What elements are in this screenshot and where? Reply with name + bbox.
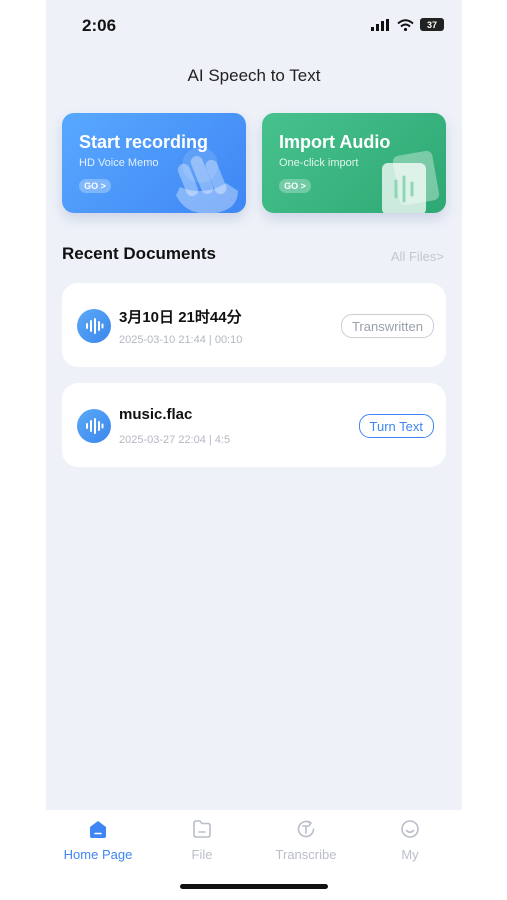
status-time: 2:06 [82,16,117,35]
import-audio-subtitle: One-click import [279,157,359,169]
tab-home-page[interactable]: Home Page [46,818,150,862]
tab-label: Transcribe [275,847,337,862]
wifi-icon [397,18,414,31]
battery-icon: 37 [420,18,444,31]
tab-transcribe[interactable]: Transcribe [254,818,358,862]
document-name: 3月10日 21时44分 [119,309,242,326]
document-item[interactable]: music.flac 2025-03-27 22:04 | 4:5 Turn T… [62,383,446,467]
start-recording-card[interactable]: Start recording HD Voice Memo GO > [62,113,246,213]
page-title: AI Speech to Text [187,66,321,85]
start-recording-subtitle: HD Voice Memo [79,157,159,169]
home-indicator [180,884,328,889]
cellular-signal-icon [371,18,389,31]
import-audio-title: Import Audio [279,132,391,152]
tab-bar: Home Page File Transcribe My [46,810,462,900]
folder-icon [193,820,211,838]
all-files-link[interactable]: All Files> [391,249,444,264]
phone-screen: 2:06 37 AI Speech to Text Start recordin… [46,0,462,900]
status-icons: 37 [371,18,444,31]
profile-icon [401,820,419,838]
document-meta: 2025-03-10 21:44 | 00:10 [119,334,243,346]
tab-my[interactable]: My [358,818,462,862]
document-stack-icon [382,150,440,213]
status-bar: 2:06 37 [46,0,462,52]
start-recording-go-button[interactable]: GO > [79,179,111,193]
tab-label: File [191,847,213,862]
home-icon [90,821,106,838]
tab-label: My [401,847,419,862]
audio-wave-icon [77,309,111,343]
tab-file[interactable]: File [150,818,254,862]
document-meta: 2025-03-27 22:04 | 4:5 [119,434,231,446]
recent-documents-title: Recent Documents [62,244,216,263]
document-name: music.flac [119,406,193,423]
transwritten-button[interactable]: Transwritten [340,314,434,338]
document-item[interactable]: 3月10日 21时44分 2025-03-10 21:44 | 00:10 Tr… [62,283,446,367]
tab-label: Home Page [63,847,133,862]
import-audio-go-button[interactable]: GO > [279,179,311,193]
transcribe-icon [297,820,315,838]
import-audio-card[interactable]: Import Audio One-click import GO > [262,113,446,213]
start-recording-title: Start recording [79,132,209,152]
turn-text-button[interactable]: Turn Text [358,414,434,438]
audio-wave-icon [77,409,111,443]
